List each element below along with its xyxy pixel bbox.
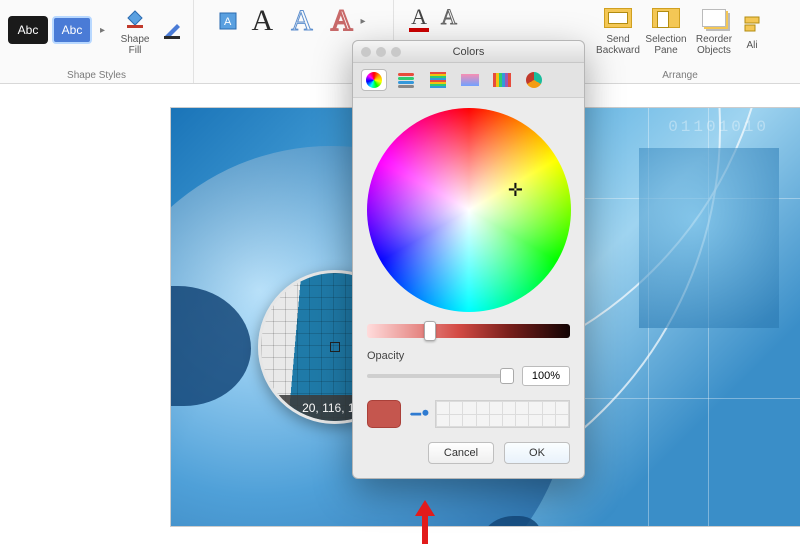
loupe-target-icon	[330, 342, 340, 352]
tab-image-palettes[interactable]	[457, 69, 483, 91]
cancel-button[interactable]: Cancel	[428, 442, 494, 464]
binary-text-decoration: 01101010	[668, 118, 769, 136]
wordart-more-icon[interactable]: ▸	[357, 16, 370, 27]
tutorial-arrow-icon	[415, 500, 435, 544]
shape-outline-button[interactable]	[161, 16, 185, 44]
ok-button[interactable]: OK	[504, 442, 570, 464]
selection-pane-icon	[652, 8, 680, 28]
quick-styles-button[interactable]: A	[218, 7, 238, 35]
color-picker-panel: Colors ✛ Opacity 100%	[352, 40, 585, 479]
opacity-thumb[interactable]	[500, 368, 514, 384]
shape-style-preset-blue[interactable]: Abc	[52, 16, 92, 44]
shape-styles-more-icon[interactable]: ▸	[96, 25, 109, 36]
pencils-icon	[493, 73, 511, 87]
shape-fill-button[interactable]: Shape Fill	[113, 4, 157, 56]
tab-color-palettes[interactable]	[425, 69, 451, 91]
saved-swatches-grid[interactable]	[435, 400, 570, 428]
quick-styles-icon: A	[219, 7, 237, 35]
image-palettes-icon	[461, 74, 479, 86]
arrange-group-label: Arrange	[662, 68, 698, 81]
shape-fill-label: Shape Fill	[121, 34, 150, 56]
eyedropper-icon	[407, 400, 432, 425]
selection-pane-label: Selection Pane	[645, 34, 686, 56]
selection-pane-button[interactable]: Selection Pane	[644, 4, 688, 56]
color-wheel-crosshair-icon: ✛	[508, 180, 523, 201]
group-shape-styles: Abc Abc ▸ Shape Fill Shape Styles	[0, 0, 194, 83]
window-traffic-lights[interactable]	[361, 47, 401, 57]
brightness-thumb[interactable]	[424, 321, 436, 341]
reorder-objects-button[interactable]: Reorder Objects	[692, 4, 736, 56]
tab-color-sliders[interactable]	[393, 69, 419, 91]
color-wheel-icon	[366, 72, 382, 88]
palettes-icon	[430, 72, 446, 88]
sliders-icon	[398, 72, 414, 89]
opacity-slider[interactable]	[367, 374, 514, 378]
align-icon	[742, 10, 762, 38]
custom-icon	[526, 72, 542, 88]
pen-icon	[163, 16, 183, 44]
opacity-value-field[interactable]: 100%	[522, 366, 570, 386]
tab-pencils[interactable]	[489, 69, 515, 91]
send-backward-icon	[604, 8, 632, 28]
brightness-slider[interactable]	[367, 324, 570, 338]
wordart-preset-outline[interactable]: A	[291, 4, 313, 38]
reorder-objects-icon	[702, 9, 726, 27]
picker-titlebar[interactable]: Colors	[353, 41, 584, 63]
tab-custom[interactable]	[521, 69, 547, 91]
font-color-button[interactable]: A	[411, 4, 427, 30]
align-button[interactable]: Ali	[740, 10, 764, 51]
send-backward-label: Send Backward	[596, 34, 640, 56]
wordart-preset-plain[interactable]: A	[252, 4, 274, 38]
send-backward-button[interactable]: Send Backward	[596, 4, 640, 56]
paint-bucket-icon	[124, 4, 146, 32]
reorder-objects-label: Reorder Objects	[696, 34, 732, 56]
eyedropper-button[interactable]	[404, 400, 433, 429]
tab-color-wheel[interactable]	[361, 69, 387, 91]
shape-styles-group-label: Shape Styles	[67, 68, 126, 81]
wordart-preset-shadow[interactable]: A	[331, 4, 353, 38]
picker-mode-tabs	[353, 63, 584, 98]
text-outline-button[interactable]: A	[441, 4, 457, 30]
shape-style-preset-dark[interactable]: Abc	[8, 16, 48, 44]
opacity-label: Opacity	[367, 350, 570, 362]
svg-text:A: A	[224, 16, 232, 28]
current-color-swatch[interactable]	[367, 400, 401, 428]
group-arrange: Send Backward Selection Pane Reorder Obj…	[560, 0, 800, 83]
color-wheel[interactable]: ✛	[367, 108, 571, 312]
align-label: Ali	[746, 40, 757, 51]
